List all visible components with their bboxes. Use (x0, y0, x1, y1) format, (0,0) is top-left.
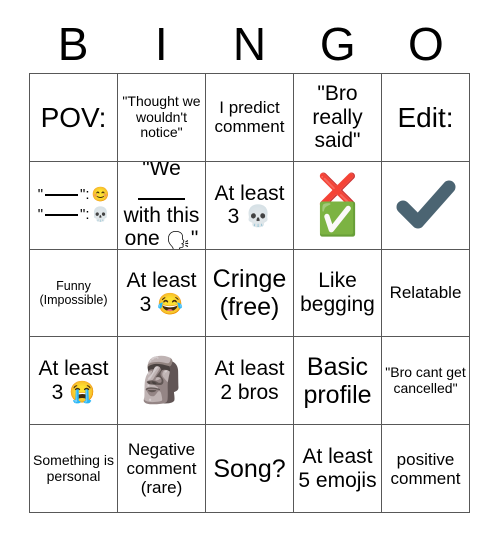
blank-emoji-line-1: " ": 😊 (32, 187, 115, 203)
bingo-cell-label: At least 3 💀 (214, 181, 285, 229)
bingo-header-letter-i: I (154, 17, 168, 70)
bingo-cell-r3c2[interactable]: At least 3 😂 (118, 249, 206, 338)
bingo-cell-label: positive comment (390, 449, 461, 488)
bingo-cell-r3c5[interactable]: Relatable (382, 249, 470, 338)
bingo-cell-r3c1[interactable]: Funny (Impossible) (30, 249, 118, 338)
fill-blank-suffix: " (190, 227, 199, 250)
skull-emoji: 💀 (91, 206, 110, 223)
bingo-cell-label: Song? (213, 454, 286, 483)
bingo-cell-r1c4[interactable]: "Bro really said" (294, 74, 382, 162)
bingo-cell-label: At least 2 bros (214, 357, 285, 404)
bingo-cell-label: Edit: (397, 101, 454, 133)
bingo-cell-r2c3[interactable]: At least 3 💀 (206, 161, 294, 250)
bingo-cell-label: Basic profile (303, 352, 372, 409)
fill-blank-prefix: "We (142, 161, 181, 180)
bingo-cell-r5c1[interactable]: Something is personal (30, 425, 118, 513)
bingo-cell-r4c1[interactable]: At least 3 😭 (30, 337, 118, 426)
quote-close-colon: ": (80, 186, 90, 204)
bingo-cell-label: At least 3 😂 (126, 269, 197, 316)
bingo-cell-r4c5[interactable]: "Bro cant get cancelled" (382, 337, 470, 426)
bingo-cell-r4c4[interactable]: Basic profile (294, 337, 382, 426)
blank-underline (45, 214, 79, 217)
check-mark-button-icon: ✅ (317, 201, 358, 238)
bingo-cell-label: "Thought we wouldn't notice" (122, 92, 201, 141)
bingo-cell-r5c3[interactable]: Song? (206, 425, 294, 513)
bingo-cell-r2c4[interactable]: ❌ ✅ (294, 161, 382, 250)
blank-underline (138, 198, 185, 201)
bingo-grid: POV: "Thought we wouldn't notice" I pred… (29, 73, 470, 513)
bingo-cell-r5c5[interactable]: positive comment (382, 425, 470, 513)
bingo-cell-r2c1[interactable]: " ": 😊 " ": 💀 (30, 161, 118, 250)
bingo-cell-label: "We with this one 🗣" (120, 161, 203, 250)
smiling-face-emoji: 😊 (91, 186, 110, 203)
bingo-cell-r3c4[interactable]: Like begging (294, 249, 382, 338)
bingo-cell-r1c5[interactable]: Edit: (382, 74, 470, 162)
blank-underline (45, 194, 79, 197)
bingo-header-letter-g: G (319, 17, 356, 70)
quote-close-colon: ": (80, 206, 90, 224)
bingo-cell-r3c3-free-space[interactable]: Cringe (free) (206, 249, 294, 338)
blank-emoji-lines: " ": 😊 " ": 💀 (32, 187, 115, 223)
bingo-header-letter-o: O (408, 17, 444, 70)
bingo-cell-label: "Bro really said" (312, 82, 363, 153)
bingo-cell-label: Cringe (free) (212, 264, 287, 321)
emoji-stack: ❌ ✅ (317, 174, 358, 238)
quote-open: " (37, 186, 44, 204)
bingo-cell-r4c2[interactable]: 🗿 (118, 337, 206, 426)
bingo-cell-r1c2[interactable]: "Thought we wouldn't notice" (118, 74, 206, 162)
bingo-cell-r1c3[interactable]: I predict comment (206, 74, 294, 162)
bingo-cell-label: Negative comment (rare) (126, 440, 197, 498)
bingo-cell-r5c2[interactable]: Negative comment (rare) (118, 425, 206, 513)
bingo-header-letter-b: B (57, 17, 89, 70)
bingo-cell-r2c5[interactable] (382, 161, 470, 250)
bingo-cell-label: "Bro cant get cancelled" (385, 364, 466, 396)
bingo-cell-r2c2[interactable]: "We with this one 🗣" (118, 161, 206, 250)
blank-emoji-line-2: " ": 💀 (32, 207, 115, 223)
bingo-header-letter-n: N (232, 17, 267, 70)
bingo-header-letters: B I N G O (29, 14, 470, 73)
bingo-card: B I N G O POV: "Thought we wouldn't noti… (0, 0, 500, 544)
moai-emoji: 🗿 (134, 355, 189, 405)
bingo-cell-label: At least 3 😭 (38, 357, 109, 404)
heavy-check-mark-icon (395, 177, 457, 233)
speaking-head-emoji: 🗣 (165, 231, 191, 250)
bingo-cell-r1c1[interactable]: POV: (30, 74, 118, 162)
bingo-cell-label: Funny (Impossible) (39, 278, 108, 307)
bingo-cell-r5c4[interactable]: At least 5 emojis (294, 425, 382, 513)
bingo-cell-label: I predict comment (214, 98, 285, 137)
bingo-cell-label: POV: (40, 101, 107, 133)
bingo-cell-label: At least 5 emojis (298, 445, 377, 492)
bingo-cell-label: Something is personal (33, 451, 114, 484)
bingo-cell-label: Like begging (300, 269, 375, 316)
quote-open: " (37, 206, 44, 224)
bingo-cell-label: Relatable (389, 283, 462, 303)
bingo-cell-r4c3[interactable]: At least 2 bros (206, 337, 294, 426)
